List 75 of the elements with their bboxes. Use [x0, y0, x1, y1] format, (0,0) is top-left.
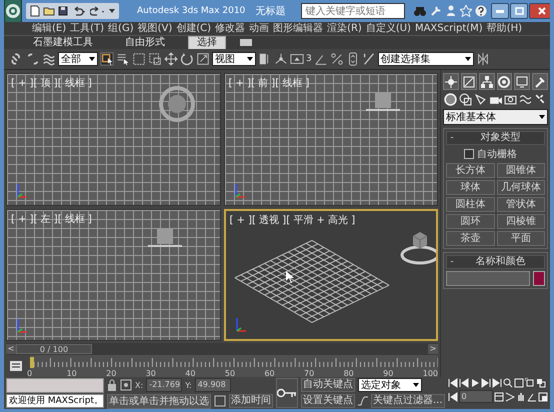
document-title: 无标题	[255, 4, 286, 18]
previous-frame-button[interactable]: <	[6, 344, 16, 354]
object-button[interactable]: 圆柱体	[446, 197, 494, 212]
object-button[interactable]: 长方体	[446, 163, 494, 178]
object-button[interactable]: 圆锥体	[496, 163, 545, 178]
collapse-label: -	[449, 133, 455, 143]
object-button[interactable]: 几何球体	[496, 180, 545, 195]
selection-filter-dropdown[interactable]: 全部	[58, 52, 98, 66]
viewport[interactable]: [ + ][ 透视 ][ 平滑 + 高光 ]	[224, 208, 438, 341]
viewport-label[interactable]: [ + ][ 前 ][ 线框 ]	[228, 76, 310, 90]
ribbon-tab[interactable]: 自由形式	[116, 36, 174, 50]
ribbon-tab[interactable]: 石墨建模工具	[24, 36, 102, 50]
viewport-label[interactable]: [ + ][ 透视 ][ 平滑 + 高光 ]	[230, 212, 356, 226]
menu-item[interactable]: 工具(T)	[70, 22, 104, 34]
reference-coordinate-dropdown[interactable]: 视图	[212, 52, 256, 66]
viewport[interactable]: [ + ][ 左 ][ 线框 ]	[6, 208, 220, 341]
window-title: Autodesk 3ds Max 2010	[137, 6, 246, 16]
viewport-label[interactable]: [ + ][ 左 ][ 线框 ]	[11, 212, 92, 226]
key-filters-button[interactable]: 关键点过滤器...	[371, 394, 445, 408]
object-button[interactable]: 圆环	[446, 214, 494, 229]
rollout-title: 对象类型	[480, 132, 522, 144]
viewport-label[interactable]: [ + ][ 顶 ][ 线框 ]	[11, 76, 92, 90]
current-frame-field[interactable]: 0	[458, 390, 493, 403]
menu-item[interactable]: 组(G)	[108, 22, 134, 34]
coordinate-label: Y:	[185, 380, 192, 390]
tick-label: 80	[344, 369, 354, 378]
snap-toggle-button[interactable]: 3	[306, 54, 312, 64]
collapse-label: -	[449, 257, 455, 267]
object-button[interactable]: 球体	[446, 180, 494, 195]
tick-label: 100	[422, 369, 438, 378]
menu-item[interactable]: 动画	[249, 22, 270, 34]
object-button[interactable]: 茶壶	[446, 231, 494, 246]
script-output-field[interactable]: 欢迎使用 MAXScript。	[6, 394, 104, 408]
category-dropdown[interactable]: 标准基本体	[443, 109, 548, 125]
menu-item[interactable]: 渲染(R)	[327, 22, 362, 34]
next-frame-button[interactable]: >	[428, 344, 438, 354]
tick-label: 30	[146, 369, 156, 378]
tick-label: 10	[66, 369, 77, 378]
ribbon-tab[interactable]: 选择	[188, 36, 226, 50]
rollout-title: 名称和颜色	[474, 256, 526, 268]
menu-item[interactable]: 帮助(H)	[486, 22, 522, 34]
tick-label: 90	[383, 369, 394, 378]
menu-item[interactable]: 修改器	[215, 22, 246, 34]
time-slider[interactable]: < 0 / 100 >	[6, 343, 438, 355]
tick-label: 60	[264, 369, 275, 378]
menu-item[interactable]: MAXScript(M)	[414, 22, 483, 34]
rollout-header[interactable]: - 名称和颜色	[446, 255, 545, 269]
search-field[interactable]: 键入关键字或短语	[301, 3, 406, 19]
object-button[interactable]: 平面	[496, 231, 545, 246]
y-coordinate-field[interactable]: 49.908	[194, 378, 231, 392]
menu-item[interactable]: 视图(V)	[138, 22, 172, 34]
object-button[interactable]: 四棱锥	[496, 214, 545, 229]
menu-item[interactable]: 图形编辑器	[273, 22, 324, 34]
time-slider-thumb[interactable]: 0 / 100	[16, 344, 92, 354]
key-mode-dropdown[interactable]: 选定对象	[358, 378, 422, 392]
object-button[interactable]: 管状体	[496, 197, 545, 212]
rollout-header[interactable]: - 对象类型	[446, 131, 545, 145]
menu-item[interactable]: 自定义(U)	[366, 22, 411, 34]
tick-label: 0	[27, 369, 32, 378]
viewport[interactable]: [ + ][ 前 ][ 线框 ]	[224, 73, 438, 206]
tick-label: 20	[106, 369, 116, 378]
add-time-tag-button[interactable]: 添加时间	[229, 394, 273, 408]
track-bar[interactable]: 0 10 20 30 40 50 60 70 80 90 100	[30, 355, 438, 377]
menu-item[interactable]: 创建(C)	[176, 22, 212, 34]
auto-key-button[interactable]: 自动关键点	[301, 378, 355, 392]
tick-label: 70	[304, 369, 314, 378]
tick-label: 40	[185, 369, 196, 378]
viewport[interactable]: [ + ][ 顶 ][ 线框 ]	[6, 73, 220, 206]
named-selection-dropdown[interactable]: 创建选择集	[378, 52, 474, 66]
set-key-button[interactable]: 设置关键点	[301, 394, 355, 408]
tick-label: 50	[224, 369, 236, 378]
menu-item[interactable]: 编辑(E)	[32, 22, 66, 34]
x-coordinate-field[interactable]: -21.769	[146, 378, 182, 392]
checkbox-label: 自动栅格	[477, 148, 517, 161]
coordinate-label: X:	[135, 380, 144, 390]
